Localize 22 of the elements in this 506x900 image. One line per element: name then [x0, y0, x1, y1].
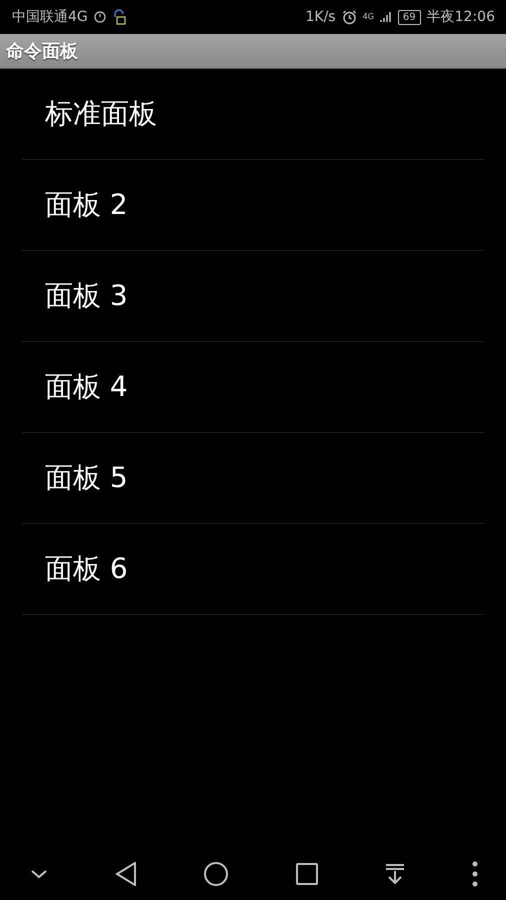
recent-apps-icon[interactable] [296, 863, 318, 885]
signal-icon [380, 11, 392, 23]
chevron-down-icon[interactable] [30, 869, 48, 879]
carrier-text: 中国联通4G [12, 8, 88, 26]
battery-level: 69 [398, 10, 421, 24]
alarm-icon [342, 10, 357, 24]
panel-item[interactable]: 标准面板 [22, 69, 484, 160]
notification-pull-icon[interactable] [384, 863, 405, 885]
network-speed: 1K/s [306, 9, 336, 25]
panel-item[interactable]: 面板 6 [22, 524, 484, 615]
back-icon[interactable] [115, 862, 138, 886]
window-title: 命令面板 [6, 40, 78, 63]
clock-icon [94, 11, 106, 23]
panel-item[interactable]: 面板 3 [22, 251, 484, 342]
home-icon[interactable] [204, 862, 228, 886]
lock-icon [112, 9, 126, 25]
panel-item[interactable]: 面板 2 [22, 160, 484, 251]
panel-item[interactable]: 面板 4 [22, 342, 484, 433]
clock-time: 半夜12:06 [426, 8, 495, 26]
network-type: 4G [362, 13, 374, 21]
panel-item[interactable]: 面板 5 [22, 433, 484, 524]
more-icon[interactable] [472, 861, 478, 887]
